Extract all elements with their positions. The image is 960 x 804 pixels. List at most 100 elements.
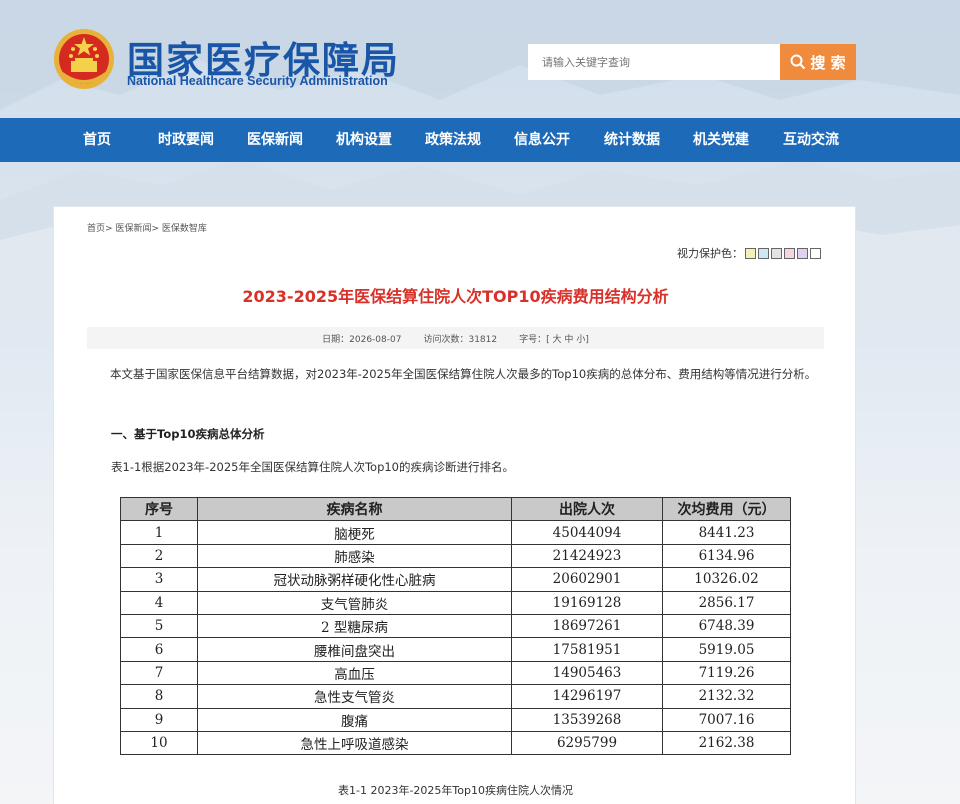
cell-disease: 急性支气管炎	[197, 684, 512, 709]
nav-item-news[interactable]: 医保新闻	[247, 118, 303, 162]
site-logo-subtitle: National Healthcare Security Administrat…	[127, 74, 388, 88]
national-emblem-icon[interactable]	[53, 28, 115, 90]
article-date: 日期：2026-08-07	[322, 334, 402, 345]
article-meta: 日期：2026-08-07 访问次数：31812 字号：[ 大 中 小]	[87, 327, 824, 349]
cell-avg-cost: 2162.38	[662, 730, 791, 756]
eye-care-swatch-gray[interactable]	[771, 247, 782, 259]
breadcrumb-news[interactable]: 医保新闻	[115, 224, 151, 234]
cell-disease: 肺感染	[197, 543, 512, 569]
eye-care-color-picker: 视力保护色：	[677, 245, 821, 261]
cell-avg-cost: 7119.26	[662, 660, 791, 686]
table-header-discharges: 出院人次	[511, 496, 663, 522]
cell-avg-cost: 7007.16	[662, 707, 791, 732]
nav-item-statistics[interactable]: 统计数据	[604, 118, 660, 162]
cell-disease: 冠状动脉粥样硬化性心脏病	[197, 567, 512, 592]
table-header-disease: 疾病名称	[197, 496, 512, 522]
table-header-row: 序号 疾病名称 出院人次 次均费用（元）	[120, 496, 791, 522]
article-title: 2023-2025年医保结算住院人次TOP10疾病费用结构分析	[242, 287, 669, 306]
cell-rank: 9	[120, 707, 198, 732]
cell-avg-cost: 2856.17	[662, 590, 791, 615]
breadcrumb: 首页> 医保新闻> 医保数智库	[87, 221, 207, 234]
cell-rank: 3	[120, 567, 198, 592]
cell-disease: 腹痛	[197, 707, 512, 732]
main-nav: 首页 时政要闻 医保新闻 机构设置 政策法规 信息公开 统计数据 机关党建 互动…	[0, 118, 960, 162]
cell-discharges: 6295799	[511, 730, 663, 756]
cell-avg-cost: 2132.32	[662, 684, 791, 709]
cell-avg-cost: 6748.39	[662, 613, 791, 639]
eye-care-swatch-purple[interactable]	[797, 247, 808, 259]
nav-item-policy[interactable]: 政策法规	[425, 118, 481, 162]
cell-avg-cost: 5919.05	[662, 637, 791, 662]
breadcrumb-data-center[interactable]: 医保数智库	[162, 224, 207, 234]
cell-avg-cost: 6134.96	[662, 543, 791, 569]
font-size-switcher: 字号：[ 大 中 小]	[519, 334, 589, 345]
article-panel: 首页> 医保新闻> 医保数智库 视力保护色： 2023-2025年医保结算住院人…	[53, 206, 856, 804]
cell-discharges: 45044094	[511, 520, 663, 545]
font-size-large[interactable]: 大	[553, 335, 562, 345]
breadcrumb-separator: >	[151, 224, 159, 234]
search-button[interactable]: 搜 索	[780, 44, 856, 80]
table-row: 2 肺感染 21424923 6134.96	[120, 543, 791, 569]
section-heading: 一、基于Top10疾病总体分析	[111, 427, 265, 441]
cell-rank: 1	[120, 520, 198, 545]
nav-item-party[interactable]: 机关党建	[693, 118, 749, 162]
cell-rank: 7	[120, 660, 198, 686]
table-header-rank: 序号	[120, 496, 198, 522]
cell-rank: 2	[120, 543, 198, 569]
eye-care-swatch-white[interactable]	[810, 247, 821, 259]
breadcrumb-home[interactable]: 首页	[87, 224, 105, 234]
table-row: 8 急性支气管炎 14296197 2132.32	[120, 684, 791, 709]
cell-discharges: 21424923	[511, 543, 663, 569]
cell-disease: 2 型糖尿病	[197, 613, 512, 639]
search-button-label: 搜 索	[810, 53, 846, 72]
table-row: 52 型糖尿病 18697261 6748.39	[120, 613, 791, 639]
top10-disease-table: 序号 疾病名称 出院人次 次均费用（元） 1 脑梗死 45044094 8441.23…	[120, 496, 791, 756]
eye-care-swatch-yellow[interactable]	[745, 247, 756, 259]
cell-disease: 急性上呼吸道感染	[197, 730, 512, 756]
table-row: 10 急性上呼吸道感染 6295799 2162.38	[120, 730, 791, 756]
table-row: 7 高血压 14905463 7119.26	[120, 660, 791, 686]
font-size-medium[interactable]: 中	[564, 335, 573, 345]
table-row: 4 支气管肺炎 19169128 2856.17	[120, 590, 791, 615]
table-body: 1 脑梗死 45044094 8441.23 2 肺感染 21424923 6134.96 3 冠…	[120, 520, 791, 756]
cell-discharges: 20602901	[511, 567, 663, 592]
cell-rank: 5	[120, 613, 198, 639]
eye-care-label: 视力保护色：	[677, 247, 743, 260]
table-row: 3 冠状动脉粥样硬化性心脏病 20602901 10326.02	[120, 567, 791, 592]
table-header-avg-cost: 次均费用（元）	[662, 496, 791, 522]
cell-disease: 腰椎间盘突出	[197, 637, 512, 662]
cell-avg-cost: 8441.23	[662, 520, 791, 545]
nav-item-home[interactable]: 首页	[83, 118, 111, 162]
nav-item-interaction[interactable]: 互动交流	[783, 118, 839, 162]
eye-care-swatch-blue[interactable]	[758, 247, 769, 259]
cell-disease: 支气管肺炎	[197, 590, 512, 615]
cell-discharges: 14905463	[511, 660, 663, 686]
table-row: 1 脑梗死 45044094 8441.23	[120, 520, 791, 545]
cell-rank: 8	[120, 684, 198, 709]
table-row: 9 腹痛 13539268 7007.16	[120, 707, 791, 732]
site-header: 国家医疗保障局 National Healthcare Security Adm…	[0, 0, 960, 118]
nav-item-politics[interactable]: 时政要闻	[158, 118, 214, 162]
cell-discharges: 17581951	[511, 637, 663, 662]
search-icon	[790, 54, 806, 70]
cell-disease: 高血压	[197, 660, 512, 686]
article-intro: 本文基于国家医保信息平台结算数据，对2023年-2025年全国医保结算住院人次最…	[110, 367, 817, 381]
font-size-small[interactable]: 小	[576, 335, 585, 345]
article-visits: 访问次数：31812	[423, 334, 498, 345]
cell-rank: 10	[120, 730, 198, 756]
cell-discharges: 19169128	[511, 590, 663, 615]
nav-item-disclosure[interactable]: 信息公开	[514, 118, 570, 162]
cell-rank: 4	[120, 590, 198, 615]
cell-rank: 6	[120, 637, 198, 662]
cell-avg-cost: 10326.02	[662, 567, 791, 592]
table-row: 6 腰椎间盘突出 17581951 5919.05	[120, 637, 791, 662]
cell-discharges: 13539268	[511, 707, 663, 732]
cell-discharges: 18697261	[511, 613, 663, 639]
eye-care-swatch-pink[interactable]	[784, 247, 795, 259]
table-caption: 表1-1 2023年-2025年Top10疾病住院人次情况	[338, 784, 573, 797]
cell-disease: 脑梗死	[197, 520, 512, 545]
nav-item-organization[interactable]: 机构设置	[336, 118, 392, 162]
breadcrumb-separator: >	[105, 224, 113, 234]
table-intro: 表1-1根据2023年-2025年全国医保结算住院人次Top10的疾病诊断进行排…	[111, 460, 515, 474]
search-input[interactable]	[528, 44, 780, 80]
